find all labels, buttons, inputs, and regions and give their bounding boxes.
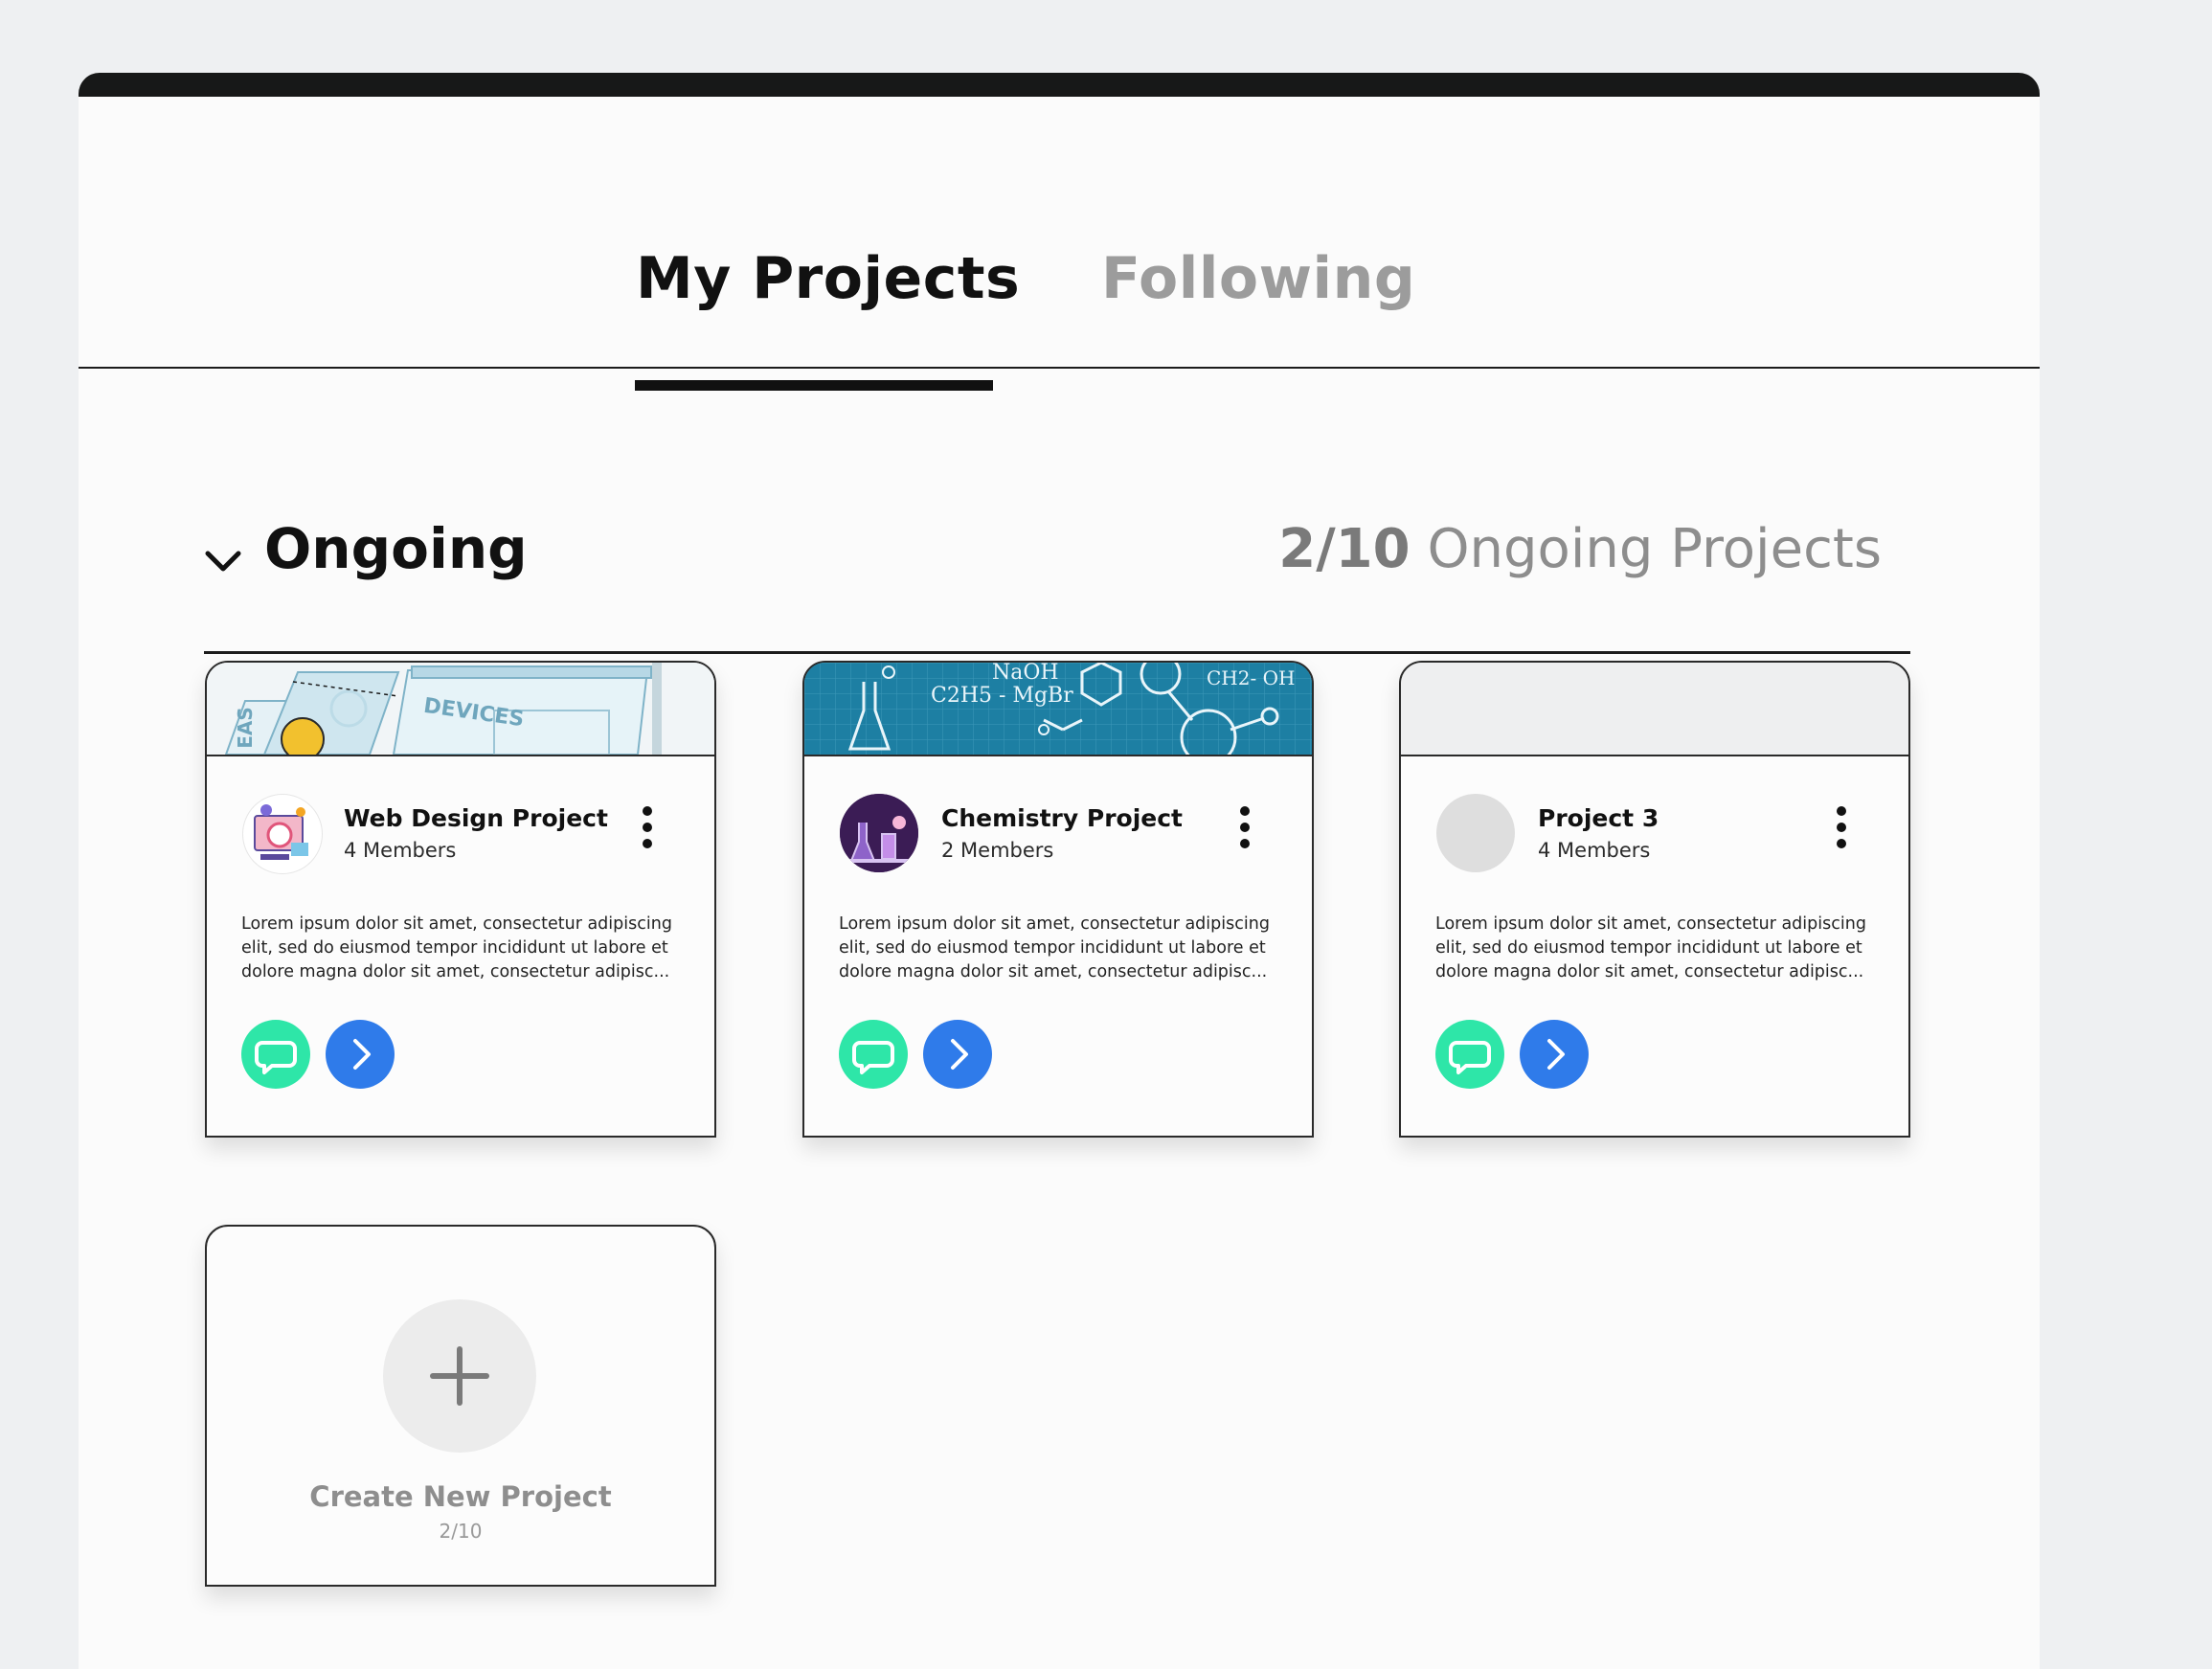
more-options-icon[interactable]: [1830, 806, 1853, 848]
chat-button[interactable]: [241, 1020, 310, 1089]
chevron-right-icon: [951, 1039, 968, 1070]
card-members: 2 Members: [941, 839, 1054, 862]
banner-label-grignard: C2H5 - MgBr: [931, 684, 1073, 708]
project-card[interactable]: Project 3 4 Members Lorem ipsum dolor si…: [1399, 661, 1910, 1138]
create-project-card[interactable]: Create New Project 2/10: [205, 1225, 716, 1587]
active-tab-indicator: [635, 380, 993, 391]
chevron-right-icon: [1547, 1039, 1565, 1070]
window-top-bar: [79, 73, 2040, 97]
chevron-down-icon[interactable]: [204, 542, 242, 580]
ongoing-count-value: 2/10: [1278, 518, 1411, 580]
chevron-right-icon: [353, 1039, 371, 1070]
card-title[interactable]: Web Design Project: [344, 804, 608, 832]
card-members: 4 Members: [1538, 839, 1651, 862]
banner-label-naoh: NaOH: [992, 663, 1059, 685]
tab-my-projects[interactable]: My Projects: [636, 245, 1020, 312]
tab-following[interactable]: Following: [1101, 245, 1415, 312]
open-project-button[interactable]: [923, 1020, 992, 1089]
card-title[interactable]: Chemistry Project: [941, 804, 1183, 832]
ongoing-section-header: Ongoing 2/10 Ongoing Projects: [204, 446, 1910, 654]
chemistry-avatar: [840, 794, 918, 872]
card-description: Lorem ipsum dolor sit amet, consectetur …: [1435, 914, 1866, 981]
placeholder-avatar: [1436, 794, 1515, 872]
plus-icon: [430, 1346, 489, 1406]
more-options-icon[interactable]: [1233, 806, 1256, 848]
web-design-avatar: [242, 794, 323, 874]
banner-label-ideas: EAS: [233, 707, 257, 749]
web-design-banner: EAS DEVICES: [207, 663, 714, 756]
card-description: Lorem ipsum dolor sit amet, consectetur …: [241, 914, 672, 981]
create-project-button[interactable]: [383, 1299, 536, 1453]
open-project-button[interactable]: [1520, 1020, 1589, 1089]
tab-following-label: Following: [1101, 245, 1416, 312]
ongoing-count-label: Ongoing Projects: [1427, 518, 1882, 580]
chat-bubble-icon: [255, 1041, 297, 1074]
open-project-button[interactable]: [326, 1020, 395, 1089]
project-card[interactable]: EAS DEVICES Web Design Project 4 Members…: [205, 661, 716, 1138]
chemistry-banner: NaOH C2H5 - MgBr CH2- OH: [804, 663, 1312, 756]
create-project-label: Create New Project: [309, 1480, 612, 1513]
more-options-icon[interactable]: [636, 806, 659, 848]
projects-window: My Projects Following Ongoing 2/10 Ongoi…: [79, 73, 2040, 1669]
card-description: Lorem ipsum dolor sit amet, consectetur …: [839, 914, 1270, 981]
project-card[interactable]: NaOH C2H5 - MgBr CH2- OH Chemistry Proje…: [802, 661, 1314, 1138]
tab-my-projects-label: My Projects: [636, 245, 1021, 312]
tab-bar: My Projects Following: [79, 97, 2040, 391]
banner-label-ch2oh: CH2- OH: [1207, 666, 1296, 689]
card-title[interactable]: Project 3: [1538, 804, 1659, 832]
chat-button[interactable]: [839, 1020, 908, 1089]
chat-bubble-icon: [1449, 1041, 1491, 1074]
empty-banner: [1401, 663, 1908, 756]
ongoing-count: 2/10 Ongoing Projects: [1278, 518, 1882, 580]
chat-button[interactable]: [1435, 1020, 1504, 1089]
create-project-count: 2/10: [439, 1520, 483, 1543]
card-members: 4 Members: [344, 839, 457, 862]
chat-bubble-icon: [852, 1041, 894, 1074]
section-title: Ongoing: [264, 516, 528, 581]
